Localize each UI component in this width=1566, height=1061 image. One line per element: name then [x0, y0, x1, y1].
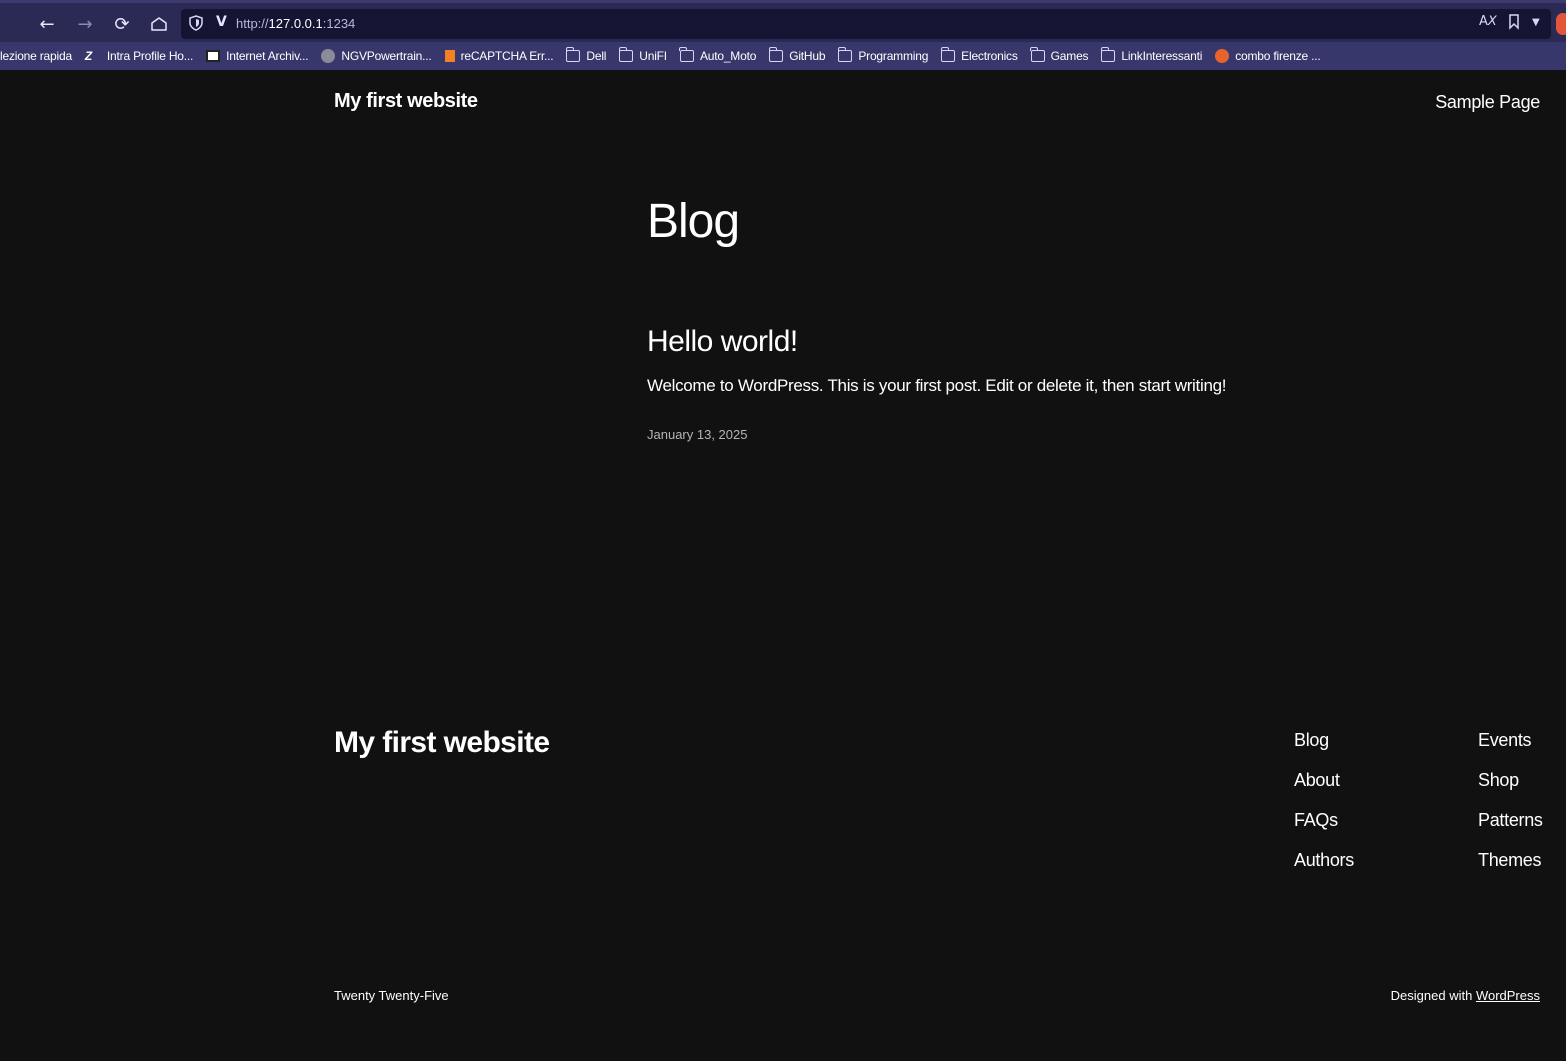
web-page: My first website Sample Page Blog Hello …: [0, 70, 1566, 1061]
reload-icon[interactable]: ⟳: [109, 11, 135, 37]
bookmark-label: Dell: [586, 49, 607, 63]
footer-nav-column-2: Events Shop Patterns Themes: [1478, 730, 1543, 890]
bookmark-label: NGVPowertrain...: [341, 49, 432, 63]
page-title: Blog: [647, 195, 740, 248]
nav-sample-page[interactable]: Sample Page: [1435, 92, 1540, 113]
bookmark-label: Programming: [858, 49, 929, 63]
bookmark-label: Electronics: [961, 49, 1018, 63]
tracking-shield-icon[interactable]: [189, 15, 203, 31]
footer-link-faqs[interactable]: FAQs: [1294, 810, 1354, 850]
folder-icon: [679, 47, 694, 62]
folder-icon: [940, 47, 956, 62]
translate-icon[interactable]: A𝘟: [1479, 14, 1497, 29]
bookmark-star-icon[interactable]: [1508, 14, 1520, 34]
bookmark-label: GitHub: [789, 49, 826, 63]
browser-toolbar: ← → ⟳ V http://127.0.0.1:1234 A𝘟 ▼: [0, 0, 1566, 42]
extension-icon[interactable]: [1556, 13, 1566, 35]
bookmark-folder[interactable]: Electronics: [940, 47, 1018, 63]
folder-icon: [1100, 47, 1116, 62]
designed-with-text: Designed with: [1390, 988, 1476, 1003]
forward-arrow-icon[interactable]: →: [72, 11, 98, 37]
post-date[interactable]: January 13, 2025: [647, 427, 747, 442]
footer-link-about[interactable]: About: [1294, 770, 1354, 810]
stackoverflow-icon: [444, 50, 455, 62]
url-text[interactable]: http://127.0.0.1:1234: [236, 16, 355, 31]
bookmark-label: LinkInteressanti: [1121, 49, 1203, 63]
folder-icon: [837, 47, 853, 62]
post-excerpt: Welcome to WordPress. This is your first…: [647, 376, 1227, 395]
footer-link-shop[interactable]: Shop: [1478, 770, 1543, 810]
folder-icon: [1030, 47, 1045, 62]
bookmark-folder[interactable]: GitHub: [768, 47, 826, 63]
bookmark-item[interactable]: Internet Archiv...: [206, 49, 309, 63]
designed-with-credit: Designed with WordPress: [1391, 988, 1540, 1003]
bookmark-label: Intra Profile Ho...: [106, 49, 194, 63]
wordpress-link[interactable]: WordPress: [1476, 988, 1540, 1003]
firefox-icon: [1215, 49, 1230, 63]
footer-link-authors[interactable]: Authors: [1294, 850, 1354, 890]
folder-icon: [565, 47, 581, 62]
post-title-link[interactable]: Hello world!: [647, 325, 798, 359]
bookmark-folder[interactable]: Programming: [837, 47, 929, 63]
theme-credit: Twenty Twenty-Five: [334, 988, 449, 1003]
bookmark-label: combo firenze ...: [1235, 49, 1321, 63]
footer-link-themes[interactable]: Themes: [1478, 850, 1543, 890]
address-bar[interactable]: V http://127.0.0.1:1234 A𝘟 ▼: [181, 9, 1551, 39]
back-arrow-icon[interactable]: ←: [34, 11, 60, 37]
bookmark-folder[interactable]: Games: [1030, 47, 1089, 63]
bookmark-label: reCAPTCHA Err...: [460, 49, 554, 63]
bookmark-label: Games: [1050, 49, 1089, 63]
v-extension-icon[interactable]: V: [216, 14, 227, 30]
bookmarks-bar: lezione rapida Z Intra Profile Ho... Inte…: [0, 42, 1566, 70]
bookmark-item[interactable]: reCAPTCHA Err...: [444, 49, 554, 63]
bookmark-item[interactable]: Z Intra Profile Ho...: [85, 49, 193, 63]
bookmark-item[interactable]: lezione rapida: [0, 49, 72, 63]
bookmark-label: UniFI: [639, 49, 667, 63]
site-title-link[interactable]: My first website: [334, 90, 478, 113]
globe-icon: [321, 49, 336, 63]
bookmark-folder[interactable]: LinkInteressanti: [1100, 47, 1203, 63]
z-icon: Z: [84, 49, 93, 63]
home-icon[interactable]: [146, 11, 172, 37]
bookmark-item[interactable]: combo firenze ...: [1215, 49, 1321, 63]
footer-link-patterns[interactable]: Patterns: [1478, 810, 1543, 850]
archive-icon: [206, 50, 221, 62]
folder-icon: [768, 47, 784, 62]
chevron-down-icon[interactable]: ▼: [1532, 17, 1540, 28]
folder-icon: [618, 47, 634, 62]
bookmark-label: Internet Archiv...: [226, 49, 309, 63]
bookmark-folder[interactable]: Dell: [565, 47, 607, 63]
footer-link-blog[interactable]: Blog: [1294, 730, 1354, 770]
footer-link-events[interactable]: Events: [1478, 730, 1543, 770]
bookmark-label: lezione rapida: [0, 49, 72, 63]
bookmark-folder[interactable]: Auto_Moto: [679, 47, 757, 63]
footer-site-title[interactable]: My first website: [334, 726, 550, 760]
bookmark-item[interactable]: NGVPowertrain...: [321, 49, 432, 63]
bookmark-folder[interactable]: UniFI: [618, 47, 667, 63]
bookmark-label: Auto_Moto: [699, 49, 757, 63]
footer-nav-column-1: Blog About FAQs Authors: [1294, 730, 1354, 890]
